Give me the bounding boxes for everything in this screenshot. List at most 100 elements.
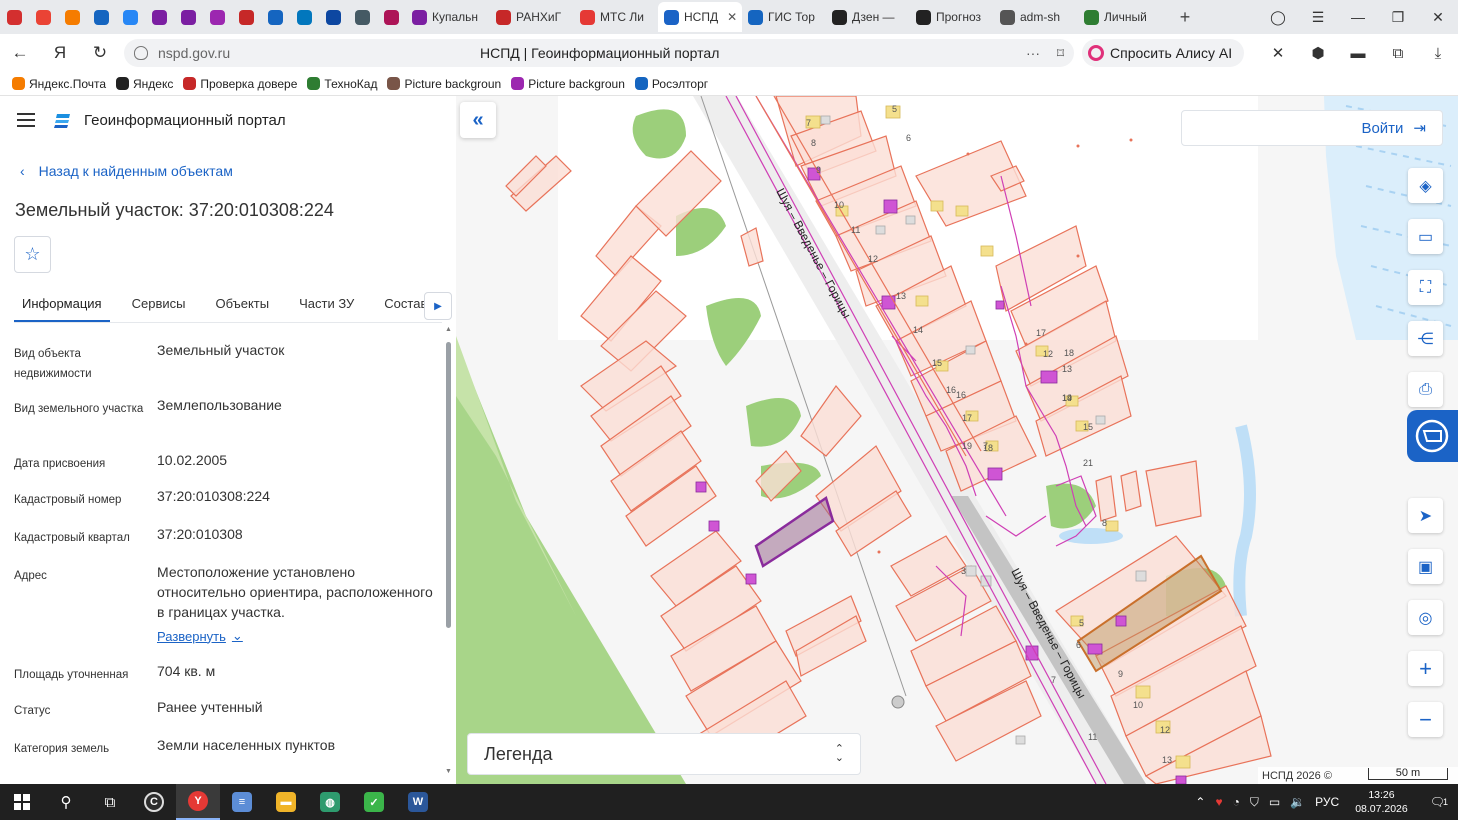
browser-tab[interactable] <box>58 2 87 32</box>
taskbar-word[interactable]: W <box>396 784 440 820</box>
start-button[interactable] <box>0 784 44 820</box>
chevron-up-icon[interactable]: ⌃ <box>1195 795 1205 809</box>
app-tray-icon[interactable]: ◔ <box>1233 795 1240 809</box>
browser-tab[interactable]: НСПД ✕ <box>658 2 742 32</box>
browser-tab[interactable] <box>319 2 348 32</box>
print-button[interactable]: ⎙ <box>1408 372 1443 407</box>
more-icon[interactable]: ··· <box>1026 45 1040 61</box>
browser-tab[interactable] <box>232 2 261 32</box>
browser-tab[interactable]: Купальн <box>406 2 490 32</box>
shield-extension-icon[interactable]: ⬢ <box>1298 44 1338 62</box>
minimize-button[interactable]: — <box>1338 9 1378 25</box>
zoom-in-button[interactable]: + <box>1408 651 1443 686</box>
collections-icon[interactable]: ⧉ <box>1378 45 1418 62</box>
bookmark-item[interactable]: Росэлторг <box>634 77 708 91</box>
clock[interactable]: 13:26 08.07.2026 <box>1355 788 1408 816</box>
taskbar-browser[interactable]: Y <box>176 784 220 820</box>
browser-tab[interactable]: Личный <box>1078 2 1162 32</box>
pin-button[interactable]: ◎ <box>1408 600 1443 635</box>
bookmark-item[interactable]: ТехноКад <box>307 77 377 91</box>
plus-icon <box>916 9 931 25</box>
reload-button[interactable]: ↻ <box>80 43 120 63</box>
taskbar-explorer[interactable]: ▬ <box>264 784 308 820</box>
download-icon[interactable]: ⤓ <box>1418 45 1458 62</box>
browser-tab[interactable] <box>145 2 174 32</box>
scroll-up-icon[interactable]: ▲ <box>445 326 452 333</box>
incognito-icon[interactable]: ▬ <box>1338 45 1378 62</box>
locate-icon: ➤ <box>1418 507 1433 525</box>
profile-icon[interactable]: ◯ <box>1258 9 1298 26</box>
zoom-out-button[interactable]: − <box>1408 702 1443 737</box>
assistant-button[interactable] <box>1407 410 1458 462</box>
ruler-button[interactable]: ▭ <box>1408 219 1443 254</box>
new-tab-button[interactable]: + <box>1172 4 1198 30</box>
alice-button[interactable]: Спросить Алису AI <box>1082 39 1245 67</box>
tab-3[interactable]: Части ЗУ <box>291 290 362 322</box>
bookmark-item[interactable]: Picture backgroun <box>387 77 501 91</box>
browser-tab[interactable] <box>203 2 232 32</box>
map-canvas[interactable]: Шуя – Введенье – Горицы Шуя – Введенье –… <box>456 96 1458 784</box>
shield-icon[interactable]: ⛉ <box>1250 795 1259 810</box>
browser-tab[interactable] <box>116 2 145 32</box>
url-field[interactable]: nspd.gov.ru НСПД | Геоинформационный пор… <box>124 39 1074 67</box>
bookmark-item[interactable]: Проверка довере <box>183 77 297 91</box>
bookmark-item[interactable]: Яндекс.Почта <box>12 77 106 91</box>
browser-tab[interactable]: Прогноз <box>910 2 994 32</box>
language-indicator[interactable]: РУС <box>1315 795 1339 809</box>
minimap-button[interactable]: ▣ <box>1408 549 1443 584</box>
taskbar-app[interactable]: ◍ <box>308 784 352 820</box>
browser-tab[interactable] <box>348 2 377 32</box>
scroll-thumb[interactable] <box>446 342 451 628</box>
browser-tab[interactable] <box>290 2 319 32</box>
volume-icon[interactable]: 🔉 <box>1290 795 1305 809</box>
locate-button[interactable]: ➤ <box>1408 498 1443 533</box>
scroll-down-icon[interactable]: ▼ <box>445 768 452 775</box>
yandex-button[interactable]: Я <box>40 43 80 63</box>
antivirus-icon[interactable]: ♥ <box>1215 795 1222 809</box>
collapse-panel-button[interactable]: « <box>460 102 496 138</box>
parcel-number: 13 <box>1162 755 1172 765</box>
browser-tab[interactable] <box>0 2 29 32</box>
menu-icon[interactable] <box>17 113 35 127</box>
login-button[interactable]: Войти ⇥ <box>1181 110 1443 146</box>
browser-tab[interactable] <box>29 2 58 32</box>
select-area-button[interactable]: ⛶ <box>1408 270 1443 305</box>
extensions-icon[interactable]: ✕ <box>1258 44 1298 62</box>
browser-tab[interactable]: РАНХиГ <box>490 2 574 32</box>
layers-button[interactable]: ◈ <box>1408 168 1443 203</box>
browser-tab[interactable]: adm-sh <box>994 2 1078 32</box>
display-icon[interactable]: ▭ <box>1269 795 1280 809</box>
selected-parcel[interactable] <box>754 496 835 568</box>
back-to-results-link[interactable]: ‹ Назад к найденным объектам <box>20 163 233 179</box>
favorite-button[interactable]: ☆ <box>14 236 51 273</box>
browser-tab[interactable] <box>174 2 203 32</box>
bookmark-item[interactable]: Яндекс <box>116 77 173 91</box>
browser-tab[interactable]: МТС Ли <box>574 2 658 32</box>
expand-address-link[interactable]: Развернуть ⌄ <box>157 628 243 644</box>
menu-icon[interactable]: ☰ <box>1298 9 1338 26</box>
bookmark-icon[interactable]: ⌑ <box>1057 45 1064 62</box>
cadastral-map[interactable]: Шуя – Введенье – Горицы Шуя – Введенье –… <box>456 96 1458 784</box>
restore-button[interactable]: ❐ <box>1378 9 1418 26</box>
tab-0[interactable]: Информация <box>14 290 110 322</box>
back-button[interactable]: ← <box>0 43 40 63</box>
tabs-scroll-right-button[interactable]: ▶ <box>424 292 452 320</box>
browser-tab[interactable] <box>377 2 406 32</box>
taskbar-app[interactable]: ✓ <box>352 784 396 820</box>
taskbar-app[interactable]: C <box>132 784 176 820</box>
bookmark-item[interactable]: Picture backgroun <box>511 77 625 91</box>
share-button[interactable]: ⋲ <box>1408 321 1443 356</box>
tab-1[interactable]: Сервисы <box>124 290 194 322</box>
close-button[interactable]: ✕ <box>1418 9 1458 26</box>
scrollbar[interactable]: ▲ ▼ <box>444 326 452 778</box>
browser-tab[interactable]: Дзен — <box>826 2 910 32</box>
browser-tab[interactable] <box>87 2 116 32</box>
browser-tab[interactable]: ГИС Тор <box>742 2 826 32</box>
tab-2[interactable]: Объекты <box>207 290 277 322</box>
browser-tab[interactable] <box>261 2 290 32</box>
taskbar-notepad[interactable]: ≡ <box>220 784 264 820</box>
task-view-button[interactable]: ⧉ <box>88 784 132 820</box>
search-button[interactable]: ⚲ <box>44 784 88 820</box>
close-tab-icon[interactable]: ✕ <box>727 10 737 24</box>
legend-panel[interactable]: Легенда ⌃ ⌄ <box>467 733 861 775</box>
